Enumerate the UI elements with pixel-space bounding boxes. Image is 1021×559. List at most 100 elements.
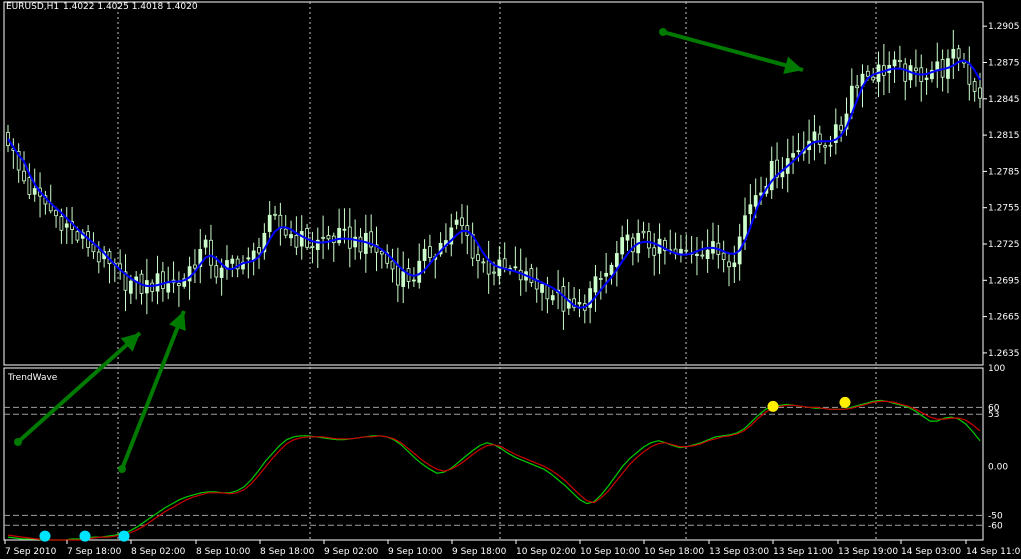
candle-body bbox=[166, 283, 171, 293]
candle-body bbox=[395, 265, 400, 286]
ohlc-readout: 1.4022 1.4025 1.4018 1.4020 bbox=[63, 2, 198, 12]
candle-body bbox=[753, 195, 758, 207]
y-tick-label: 1.2755 bbox=[988, 204, 1020, 214]
candle-body bbox=[422, 248, 427, 261]
candle-body bbox=[342, 228, 347, 231]
candle-body bbox=[267, 214, 272, 232]
signal-dot bbox=[118, 530, 130, 542]
x-tick-label: 13 Sep 03:00 bbox=[709, 547, 769, 557]
candle-body bbox=[625, 234, 630, 241]
candle-body bbox=[518, 269, 523, 281]
candle-body bbox=[967, 63, 972, 85]
candle-body bbox=[935, 61, 940, 71]
candle-body bbox=[428, 246, 432, 258]
candle-body bbox=[812, 131, 817, 141]
x-tick-label: 10 Sep 10:00 bbox=[580, 547, 640, 557]
candle-body bbox=[705, 249, 710, 259]
indicator-label: TrendWave bbox=[7, 373, 58, 383]
candle-body bbox=[791, 153, 795, 158]
candle-body bbox=[91, 243, 96, 253]
candle-body bbox=[839, 124, 844, 131]
candle-body bbox=[700, 254, 705, 257]
candle-body bbox=[732, 262, 737, 268]
x-tick-label: 7 Sep 2010 bbox=[5, 547, 57, 557]
x-tick-label: 13 Sep 19:00 bbox=[838, 547, 898, 557]
candle-body bbox=[54, 209, 58, 217]
candle-body bbox=[679, 248, 683, 254]
y-tick-label: 1.2635 bbox=[988, 349, 1020, 359]
candle-body bbox=[769, 160, 774, 191]
candle-body bbox=[684, 249, 689, 252]
candle-body bbox=[246, 257, 251, 260]
x-tick-label: 8 Sep 10:00 bbox=[196, 547, 251, 557]
signal-dot bbox=[39, 530, 51, 542]
candle-body bbox=[748, 204, 753, 215]
candle-body bbox=[545, 285, 550, 300]
candle-body bbox=[652, 247, 657, 256]
indicator-tick-label: 100 bbox=[988, 364, 1005, 374]
y-tick-label: 1.2695 bbox=[988, 276, 1020, 286]
candle-body bbox=[203, 239, 208, 248]
signal-dot bbox=[79, 530, 91, 542]
arrow-tail-dot bbox=[14, 438, 22, 446]
candle-body bbox=[647, 231, 651, 249]
candle-body bbox=[155, 273, 160, 292]
candle-body bbox=[924, 77, 929, 80]
candle-body bbox=[22, 170, 26, 182]
candle-body bbox=[502, 258, 507, 269]
candle-body bbox=[796, 150, 801, 153]
x-tick-label: 13 Sep 11:00 bbox=[773, 547, 833, 557]
candle-body bbox=[609, 264, 614, 275]
candle-body bbox=[214, 265, 219, 278]
candle-body bbox=[96, 251, 101, 263]
candle-body bbox=[828, 144, 833, 147]
candle-body bbox=[823, 145, 827, 148]
candle-body bbox=[577, 302, 582, 305]
x-tick-label: 9 Sep 10:00 bbox=[388, 547, 443, 557]
candle-body bbox=[177, 283, 181, 287]
candle-body bbox=[150, 282, 155, 292]
y-tick-label: 1.2785 bbox=[988, 167, 1020, 177]
candle-body bbox=[978, 87, 982, 99]
candle-body bbox=[492, 271, 496, 274]
candle-body bbox=[326, 235, 331, 240]
chart-background bbox=[0, 0, 1021, 559]
candle-body bbox=[817, 133, 822, 145]
y-tick-label: 1.2905 bbox=[988, 22, 1020, 32]
candle-body bbox=[550, 295, 555, 301]
candle-body bbox=[321, 236, 325, 239]
candle-body bbox=[32, 188, 37, 195]
x-tick-label: 8 Sep 02:00 bbox=[131, 547, 186, 557]
candle-body bbox=[294, 234, 299, 248]
candle-body bbox=[161, 271, 165, 289]
x-tick-label: 8 Sep 18:00 bbox=[260, 547, 315, 557]
candle-body bbox=[641, 230, 646, 234]
candle-body bbox=[289, 234, 293, 239]
candle-body bbox=[620, 237, 625, 255]
y-tick-label: 1.2845 bbox=[988, 95, 1020, 105]
candle-body bbox=[283, 228, 288, 236]
candle-body bbox=[460, 217, 464, 227]
candle-body bbox=[956, 48, 961, 59]
candle-body bbox=[865, 70, 870, 77]
candle-body bbox=[903, 63, 908, 82]
candle-body bbox=[358, 236, 363, 253]
x-tick-label: 10 Sep 18:00 bbox=[644, 547, 704, 557]
candle-body bbox=[598, 278, 603, 280]
candle-body bbox=[695, 253, 699, 256]
candle-body bbox=[412, 279, 416, 282]
candle-body bbox=[417, 260, 422, 283]
signal-dot bbox=[767, 400, 779, 412]
candle-body bbox=[614, 253, 619, 267]
candle-body bbox=[257, 247, 261, 254]
x-tick-label: 14 Sep 03:00 bbox=[901, 547, 961, 557]
candle-body bbox=[59, 216, 64, 231]
arrow-tail-dot bbox=[659, 28, 667, 36]
candle-body bbox=[898, 59, 902, 62]
candle-body bbox=[337, 227, 341, 244]
indicator-tick-label: -50 bbox=[988, 511, 1003, 521]
candle-body bbox=[209, 239, 213, 266]
candle-body bbox=[561, 286, 566, 312]
x-tick-label: 7 Sep 18:00 bbox=[67, 547, 122, 557]
candle-body bbox=[721, 252, 726, 260]
